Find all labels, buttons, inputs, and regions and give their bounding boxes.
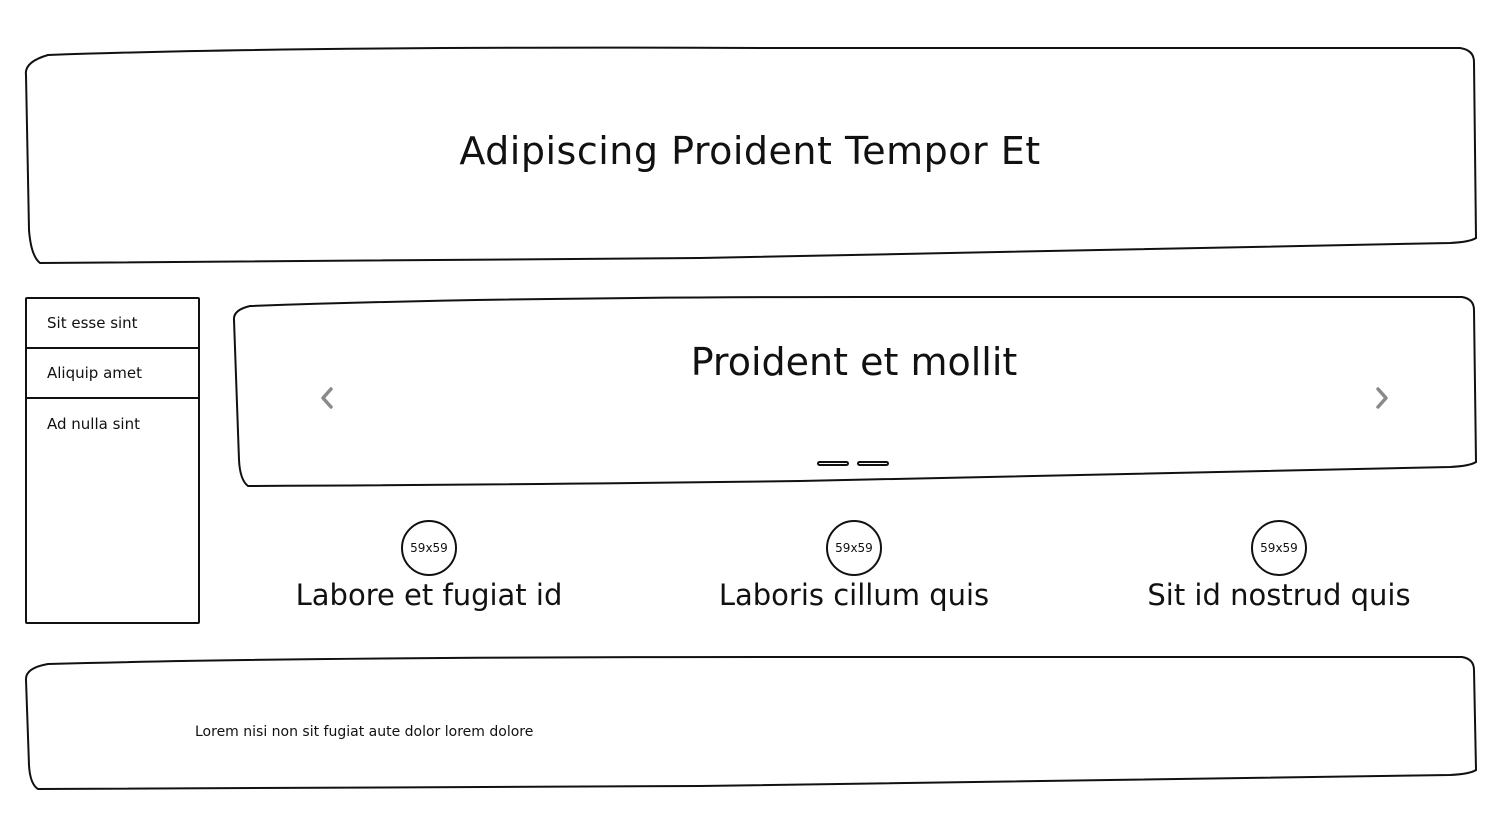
footer-box [24, 656, 1478, 791]
footer-text: Lorem nisi non sit fugiat aute dolor lor… [195, 724, 534, 740]
page: Adipiscing Proident Tempor Et Sit esse s… [0, 0, 1500, 837]
